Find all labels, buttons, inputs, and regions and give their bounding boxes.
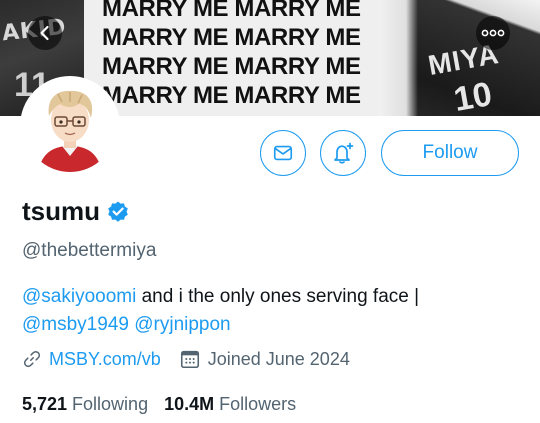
joined-item: Joined June 2024 bbox=[179, 348, 350, 370]
banner-text-line: MARRY ME MARRY ME bbox=[102, 24, 361, 51]
banner-right-image: MIYA 10 bbox=[378, 0, 540, 116]
banner-text-line: MARRY ME MARRY ME bbox=[102, 53, 361, 80]
avatar-illustration bbox=[24, 80, 116, 172]
following-count: 5,721 bbox=[22, 394, 68, 414]
website-link[interactable]: MSBY.com/vb bbox=[49, 349, 161, 370]
message-button[interactable] bbox=[260, 130, 306, 176]
follow-button[interactable]: Follow bbox=[381, 130, 519, 176]
more-horizontal-icon bbox=[481, 29, 505, 37]
following-label: Following bbox=[72, 394, 149, 414]
followers-count: 10.4M bbox=[164, 394, 215, 414]
website-item: MSBY.com/vb bbox=[22, 349, 161, 370]
following-stat[interactable]: 5,721 Following bbox=[22, 394, 148, 415]
chevron-left-icon bbox=[40, 25, 49, 41]
profile-stats: 5,721 Following 10.4M Followers bbox=[22, 394, 312, 415]
calendar-icon bbox=[180, 350, 199, 369]
profile-meta: MSBY.com/vb Joined June 2024 bbox=[22, 348, 368, 370]
link-icon bbox=[23, 350, 41, 368]
banner-right-jersey-number: 10 bbox=[450, 75, 495, 116]
notifications-button[interactable] bbox=[320, 130, 366, 176]
bio-text: and i the only ones serving face | bbox=[136, 286, 420, 307]
bell-plus-icon bbox=[334, 142, 354, 164]
display-name: tsumu bbox=[22, 196, 100, 226]
banner-arm bbox=[378, 0, 418, 116]
bio-mention-link[interactable]: @msby1949 bbox=[22, 314, 129, 335]
banner-text-block: MARRY ME MARRY ME MARRY ME MARRY ME MARR… bbox=[102, 0, 382, 110]
banner-text-line: MARRY ME MARRY ME bbox=[102, 0, 361, 22]
banner-text-line: MARRY ME MARRY ME bbox=[102, 82, 361, 109]
name-row: tsumu bbox=[22, 196, 130, 227]
verified-badge-icon[interactable] bbox=[106, 200, 130, 224]
joined-date: Joined June 2024 bbox=[207, 348, 350, 369]
profile-bio: @sakiyooomi and i the only ones serving … bbox=[22, 283, 522, 339]
back-button[interactable] bbox=[28, 16, 62, 50]
followers-stat[interactable]: 10.4M Followers bbox=[164, 394, 296, 415]
bio-mention-link[interactable]: @sakiyooomi bbox=[22, 286, 136, 307]
mail-icon bbox=[273, 145, 293, 161]
more-options-button[interactable] bbox=[476, 16, 510, 50]
bio-mention-link[interactable]: @ryjnippon bbox=[134, 314, 230, 335]
followers-label: Followers bbox=[219, 394, 297, 414]
profile-avatar[interactable] bbox=[20, 76, 120, 176]
profile-handle: @thebettermiya bbox=[22, 240, 157, 261]
